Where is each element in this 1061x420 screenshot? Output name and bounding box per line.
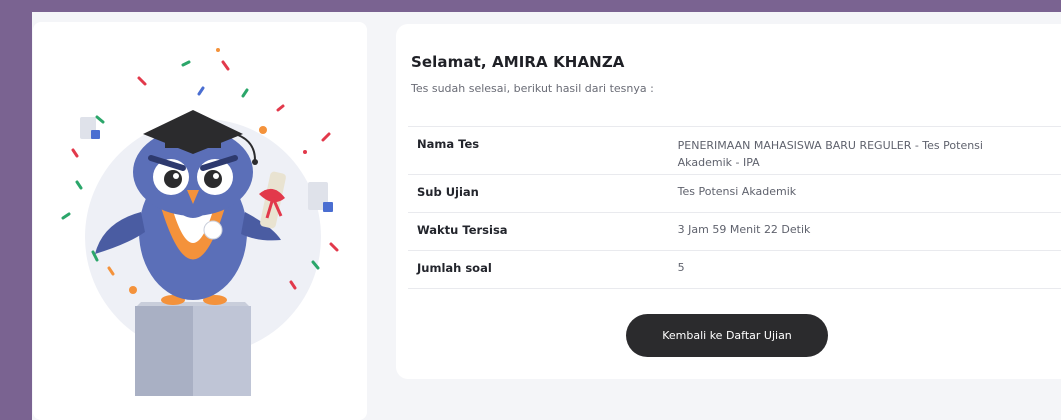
table-row: Nama Tes PENERIMAAN MAHASISWA BARU REGUL…	[408, 126, 1061, 175]
result-label: Sub Ujian	[408, 174, 678, 213]
greeting-title: Selamat, AMIRA KHANZA	[411, 53, 625, 71]
result-value: 3 Jam 59 Menit 22 Detik	[677, 212, 1061, 251]
table-row: Jumlah soal 5	[408, 250, 1061, 289]
illustration-card	[33, 22, 367, 420]
result-label: Waktu Tersisa	[408, 212, 678, 251]
result-table: Nama Tes PENERIMAAN MAHASISWA BARU REGUL…	[408, 126, 1061, 289]
result-value: PENERIMAAN MAHASISWA BARU REGULER - Tes …	[677, 126, 1061, 175]
result-value: 5	[677, 250, 1061, 289]
result-label: Nama Tes	[408, 126, 678, 175]
subtitle-text: Tes sudah selesai, berikut hasil dari te…	[411, 82, 654, 95]
table-row: Waktu Tersisa 3 Jam 59 Menit 22 Detik	[408, 212, 1061, 251]
result-value: Tes Potensi Akademik	[677, 174, 1061, 213]
result-card: Selamat, AMIRA KHANZA Tes sudah selesai,…	[396, 24, 1061, 379]
table-row: Sub Ujian Tes Potensi Akademik	[408, 174, 1061, 213]
back-to-exam-list-button[interactable]: Kembali ke Daftar Ujian	[626, 314, 828, 357]
result-label: Jumlah soal	[408, 250, 678, 289]
graduation-owl-illustration	[61, 48, 339, 396]
